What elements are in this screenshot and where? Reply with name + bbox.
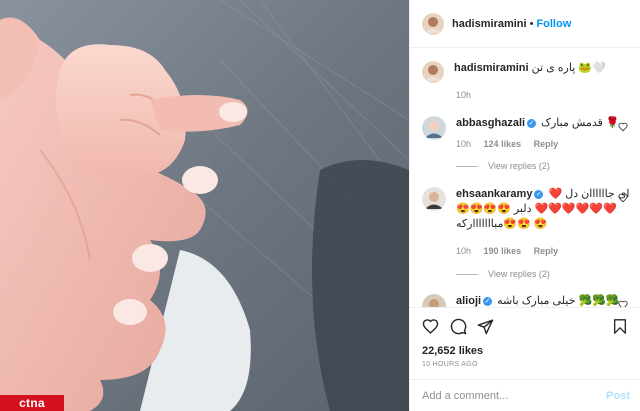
heart-icon[interactable] — [618, 122, 628, 132]
caption-username[interactable]: hadismiramini — [454, 62, 529, 74]
comment-time[interactable]: 10h — [456, 139, 471, 149]
list-item: abbasghazali ✓ قدمش مبارک 🌹 — [422, 116, 630, 140]
caption-meta: 10h — [456, 90, 481, 100]
comment-icon[interactable] — [450, 318, 467, 335]
comment-likes[interactable]: 124 likes — [484, 139, 522, 149]
comment-username[interactable]: alioji — [456, 295, 481, 307]
share-icon[interactable] — [477, 318, 494, 335]
verified-icon: ✓ — [483, 297, 493, 306]
view-replies-label[interactable]: View replies (2) — [488, 269, 550, 279]
comment-username[interactable]: abbasghazali — [456, 117, 525, 129]
bookmark-icon[interactable] — [612, 318, 628, 335]
list-item: ehsaankaramy ✓ ای جاااااان دل ❤️❤️❤️❤️❤️❤… — [422, 187, 630, 232]
list-item: alioji ✓ خیلی مبارک باشه 🥦🥦🥦 — [422, 294, 630, 307]
caption: hadismiramini پاره ی تن 🐸🤍 — [422, 61, 630, 83]
comment-username[interactable]: ehsaankaramy — [456, 188, 532, 200]
comment-input[interactable]: Add a comment... — [422, 390, 606, 402]
watermark-logo: ctna — [0, 395, 64, 411]
posted-time[interactable]: 10 HOURS AGO — [410, 361, 640, 379]
instagram-post: ctna hadismiramini • Follow hadismiramin… — [0, 0, 640, 411]
separator-dot: • — [529, 17, 534, 30]
avatar[interactable] — [422, 61, 444, 83]
avatar[interactable] — [422, 187, 446, 211]
follow-button[interactable]: Follow — [536, 18, 571, 30]
post-button[interactable]: Post — [606, 390, 630, 402]
comment-meta: 10h 190 likes Reply — [456, 246, 568, 256]
baby-hand-photo — [0, 0, 409, 411]
reply-button[interactable]: Reply — [534, 139, 559, 149]
reply-button[interactable]: Reply — [534, 246, 559, 256]
caption-text: پاره ی تن 🐸🤍 — [531, 62, 606, 74]
comment-time[interactable]: 10h — [456, 246, 471, 256]
divider — [456, 273, 478, 275]
comment-text: قدمش مبارک 🌹 — [541, 117, 620, 129]
comments-list[interactable]: hadismiramini پاره ی تن 🐸🤍 10h abbasghaz… — [410, 48, 640, 307]
add-comment-bar: Add a comment... Post — [410, 379, 640, 411]
caption-time[interactable]: 10h — [456, 90, 471, 100]
comment-meta: 10h 124 likes Reply — [456, 139, 568, 149]
heart-icon[interactable] — [618, 193, 628, 203]
comment-likes[interactable]: 190 likes — [484, 246, 522, 256]
view-replies[interactable]: View replies (2) — [456, 161, 550, 171]
avatar[interactable] — [422, 294, 446, 307]
avatar[interactable] — [422, 12, 444, 35]
action-bar — [410, 307, 640, 345]
post-sidebar: hadismiramini • Follow hadismiramini پار… — [409, 0, 640, 411]
heart-icon[interactable] — [422, 318, 439, 335]
divider — [456, 165, 478, 167]
post-photo[interactable]: ctna — [0, 0, 409, 411]
comment-text: خیلی مبارک باشه 🥦🥦🥦 — [497, 295, 620, 307]
heart-icon[interactable] — [618, 300, 628, 307]
post-header: hadismiramini • Follow — [410, 0, 640, 48]
verified-icon: ✓ — [534, 190, 544, 199]
view-replies-label[interactable]: View replies (2) — [488, 161, 550, 171]
verified-icon: ✓ — [527, 119, 537, 128]
view-replies[interactable]: View replies (2) — [456, 269, 550, 279]
likes-count[interactable]: 22,652 likes — [410, 345, 640, 361]
header-username[interactable]: hadismiramini — [452, 18, 527, 30]
avatar[interactable] — [422, 116, 446, 140]
